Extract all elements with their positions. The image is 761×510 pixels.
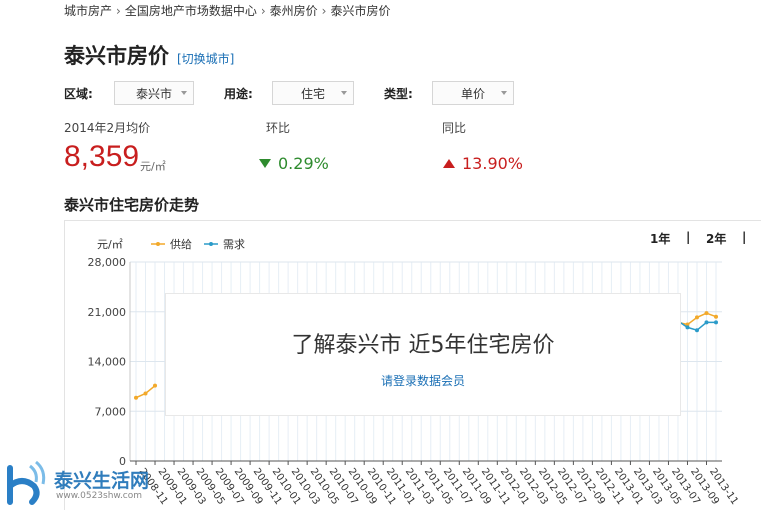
legend-demand-label: 需求 xyxy=(223,238,245,251)
legend-demand[interactable]: 需求 xyxy=(204,236,245,252)
y-tick-label: 7,000 xyxy=(95,405,127,418)
legend-supply-label: 供给 xyxy=(170,238,192,251)
legend-supply-marker-icon xyxy=(151,242,165,246)
demand-series-point xyxy=(704,320,709,325)
chart-unit-label: 元/㎡ xyxy=(97,238,123,251)
watermark-url: www.0523shw.com xyxy=(56,491,143,501)
legend-supply[interactable]: 供给 xyxy=(151,236,192,252)
supply-series-point xyxy=(153,383,158,388)
supply-series-point xyxy=(714,314,718,319)
demand-series-point xyxy=(694,328,699,333)
demand-series-point xyxy=(685,325,690,330)
login-overlay: 了解泰兴市 近5年住宅房价 请登录数据会员 xyxy=(165,293,681,416)
supply-series-point xyxy=(704,311,709,316)
range-tab-divider: | xyxy=(742,230,747,244)
demand-series-point xyxy=(714,320,718,325)
range-tab-divider: | xyxy=(686,230,691,244)
y-tick-label: 21,000 xyxy=(88,306,127,319)
range-tab-2y[interactable]: 2年 xyxy=(706,230,726,247)
login-link[interactable]: 请登录数据会员 xyxy=(166,372,680,389)
supply-series-point xyxy=(143,391,148,396)
supply-series-point xyxy=(694,315,699,320)
overlay-title: 了解泰兴市 近5年住宅房价 xyxy=(291,333,555,358)
legend-demand-marker-icon xyxy=(204,242,218,246)
y-tick-label: 28,000 xyxy=(88,256,127,269)
price-trend-chart: 28,00021,00014,0007,00002008-112009-0120… xyxy=(88,256,741,507)
supply-series-point xyxy=(134,395,138,400)
watermark-text: 泰兴生活网 xyxy=(54,470,150,492)
y-tick-label: 14,000 xyxy=(88,356,127,369)
range-tab-1y[interactable]: 1年 xyxy=(650,230,670,247)
